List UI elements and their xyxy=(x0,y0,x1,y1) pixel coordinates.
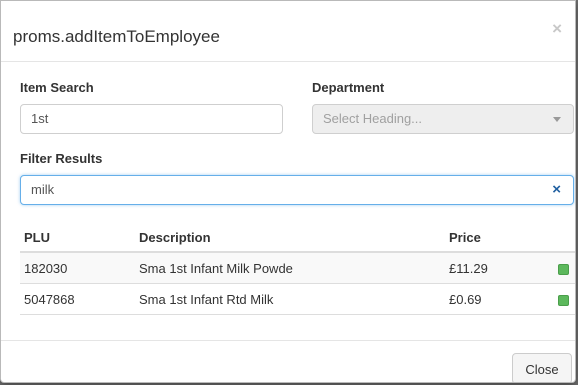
department-select[interactable]: Select Heading... xyxy=(312,104,574,134)
filter-results-input[interactable]: milk × xyxy=(20,175,574,205)
cell-status xyxy=(554,283,575,315)
dialog-title: proms.addItemToEmployee xyxy=(13,27,220,46)
cell-status xyxy=(554,252,575,284)
column-header-price: Price xyxy=(445,224,554,253)
results-table: PLU Description Price 182030 Sma 1st Inf… xyxy=(20,224,575,315)
status-indicator xyxy=(558,263,569,275)
item-search-label: Item Search xyxy=(20,80,94,95)
column-header-plu: PLU xyxy=(20,224,135,253)
table-row[interactable]: 5047868 Sma 1st Infant Rtd Milk £0.69 xyxy=(20,283,575,315)
footer-divider xyxy=(1,340,575,341)
department-label: Department xyxy=(312,80,385,95)
cell-description: Sma 1st Infant Rtd Milk xyxy=(135,283,445,315)
filter-results-value: milk xyxy=(31,182,55,197)
table-row[interactable]: 182030 Sma 1st Infant Milk Powde £11.29 xyxy=(20,252,575,284)
chevron-down-icon xyxy=(553,117,561,122)
column-header-description: Description xyxy=(135,224,445,253)
filter-results-label: Filter Results xyxy=(20,151,103,166)
dialog-header: proms.addItemToEmployee × xyxy=(1,1,575,62)
close-button[interactable]: Close xyxy=(512,353,572,382)
table-header-row: PLU Description Price xyxy=(20,224,575,253)
cell-description: Sma 1st Infant Milk Powde xyxy=(135,252,445,284)
cell-price: £11.29 xyxy=(445,252,554,284)
item-search-input[interactable]: 1st xyxy=(20,104,283,134)
status-indicator xyxy=(558,294,569,306)
clear-filter-icon[interactable]: × xyxy=(552,176,561,204)
cell-price: £0.69 xyxy=(445,283,554,315)
column-header-status xyxy=(554,224,575,253)
department-placeholder: Select Heading... xyxy=(323,111,423,126)
add-item-dialog: proms.addItemToEmployee × Item Search 1s… xyxy=(0,0,576,383)
close-icon[interactable]: × xyxy=(552,20,562,37)
cell-plu: 182030 xyxy=(20,252,135,284)
cell-plu: 5047868 xyxy=(20,283,135,315)
